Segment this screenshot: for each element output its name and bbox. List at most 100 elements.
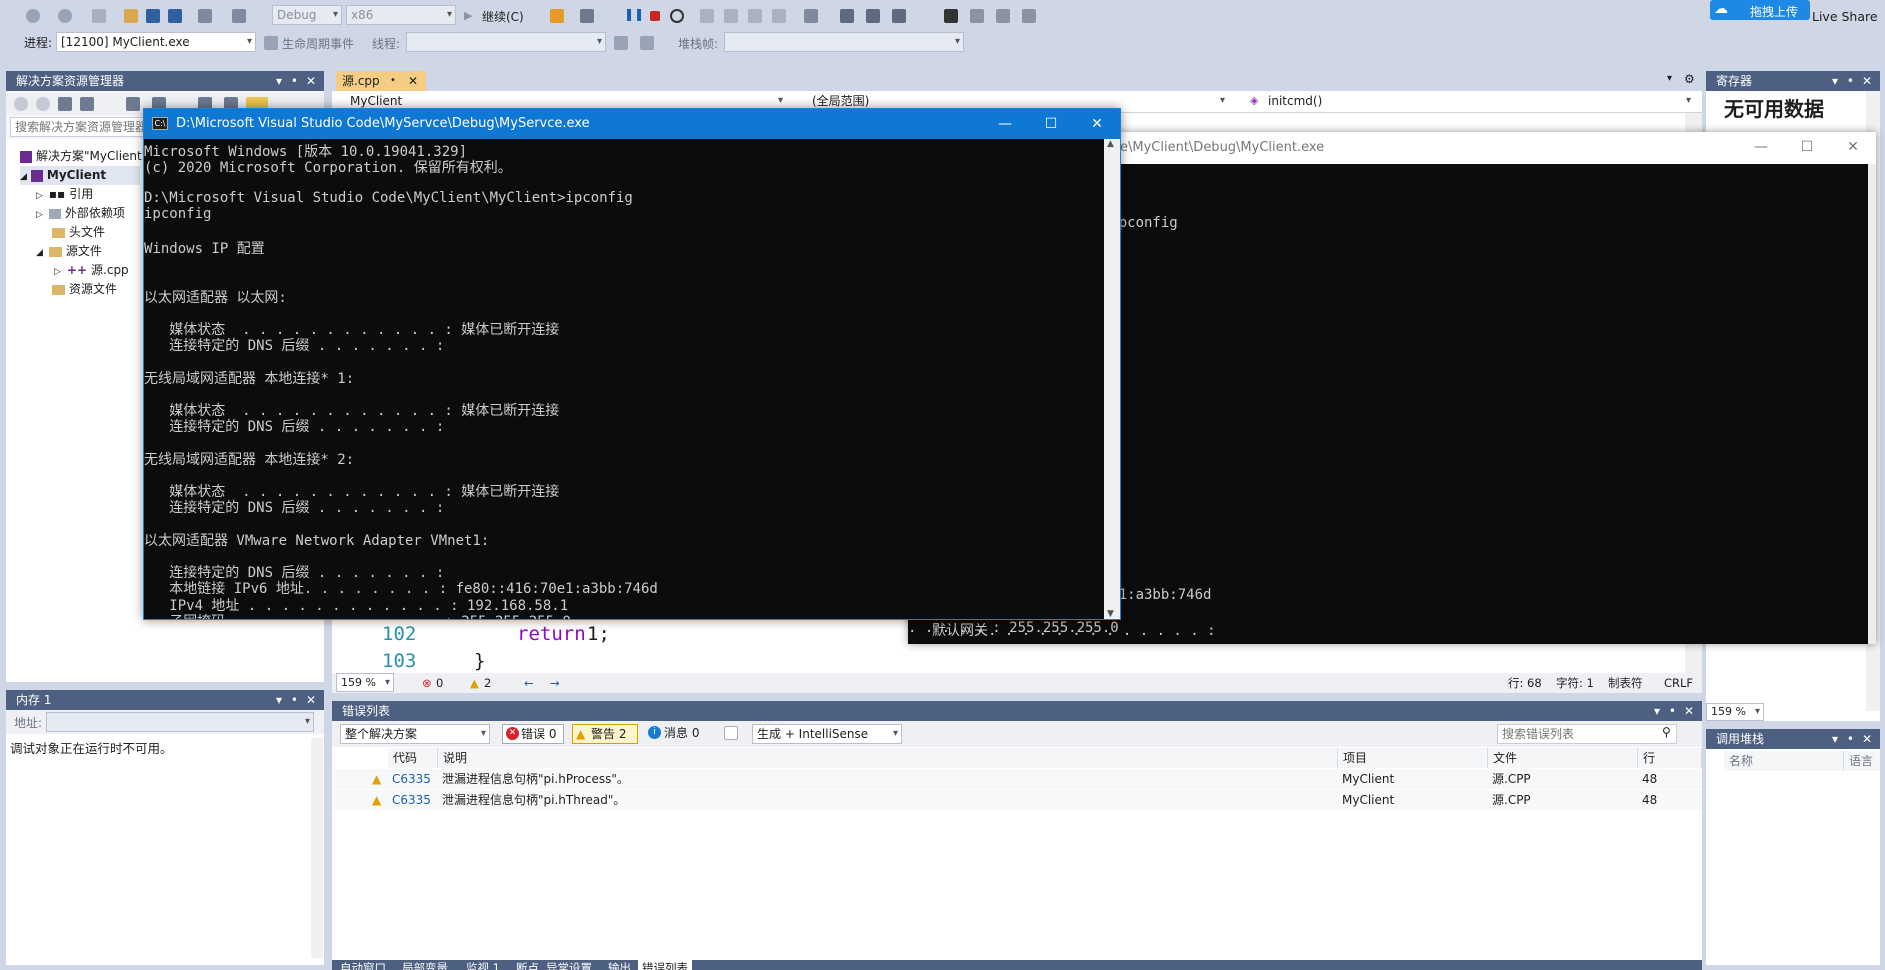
redo-icon[interactable]	[232, 9, 246, 23]
bookmark-prev-icon[interactable]	[970, 9, 984, 23]
dropdown-icon[interactable]: ▾	[1654, 701, 1660, 721]
maximize-icon[interactable]: ☐	[1784, 132, 1830, 162]
errors-filter-button[interactable]: ✕ 错误 0	[502, 724, 564, 744]
tab-error-list[interactable]: 错误列表	[638, 960, 692, 970]
forward-icon[interactable]	[58, 9, 72, 23]
filter-icon[interactable]	[724, 726, 738, 740]
servce-console-titlebar[interactable]: C:\ D:\Microsoft Visual Studio Code\MySe…	[144, 109, 1120, 139]
threads-icon[interactable]	[804, 9, 818, 23]
col-project[interactable]: 项目	[1338, 748, 1488, 768]
stop-icon[interactable]	[650, 11, 660, 21]
servce-console-scrollbar[interactable]: ▲ ▼	[1104, 139, 1120, 619]
error-row[interactable]: ▲ C6335 泄漏进程信息句柄"pi.hThread"。 MyClient 源…	[332, 790, 1702, 810]
address-input[interactable]	[46, 712, 314, 732]
zoom-select[interactable]: 159 %	[336, 673, 394, 692]
search-icon[interactable]: ⚲	[1662, 725, 1671, 739]
tree-item-solution[interactable]: 解决方案"MyClient"	[20, 147, 147, 166]
pin-icon[interactable]: •	[291, 71, 298, 91]
dropdown-icon[interactable]: ▾	[276, 690, 282, 710]
step-over-icon[interactable]	[748, 9, 762, 23]
dropdown-icon[interactable]: ▾	[276, 71, 282, 91]
tab-breakpoints[interactable]: 断点	[512, 960, 543, 970]
live-share-button[interactable]: Live Share	[1812, 9, 1878, 24]
undo-icon[interactable]	[198, 9, 212, 23]
pin-icon[interactable]: •	[1669, 701, 1676, 721]
nav-function-select[interactable]: initcmd()	[1264, 92, 1694, 112]
lifecycle-label[interactable]: 生命周期事件	[282, 35, 354, 52]
prev-issue-arrow-icon[interactable]: ←	[524, 673, 534, 693]
memory-scrollbar[interactable]	[311, 738, 323, 958]
pin-icon[interactable]: •	[291, 690, 298, 710]
minimize-icon[interactable]: —	[982, 109, 1028, 139]
col-line[interactable]: 行	[1638, 748, 1702, 768]
forward-icon[interactable]	[36, 97, 50, 111]
thread-select[interactable]	[406, 32, 606, 52]
tree-item-references[interactable]: ▷ ▪▪ 引用	[36, 185, 93, 204]
build-filter-select[interactable]: 生成 + IntelliSense	[752, 724, 902, 744]
col-name[interactable]: 名称	[1724, 751, 1844, 771]
show-next-statement-icon[interactable]	[700, 9, 714, 23]
tree-item-source-cpp[interactable]: ▷ ++ 源.cpp	[54, 261, 129, 280]
process-select[interactable]: [12100] MyClient.exe	[56, 32, 256, 52]
warnings-filter-button[interactable]: ▲ 警告 2	[572, 724, 638, 744]
close-icon[interactable]: ✕	[1862, 729, 1872, 749]
dropdown-icon[interactable]: ▾	[1832, 729, 1838, 749]
col-language[interactable]: 语言	[1844, 751, 1880, 771]
filter-icon[interactable]	[614, 36, 628, 50]
close-icon[interactable]: ✕	[1862, 71, 1872, 91]
close-tab-icon[interactable]: ✕	[408, 71, 418, 91]
status-tabs[interactable]: 制表符	[1608, 673, 1643, 693]
error-scope-select[interactable]: 整个解决方案	[340, 724, 490, 744]
status-eol[interactable]: CRLF	[1664, 673, 1693, 693]
config-select[interactable]: Debug	[272, 5, 342, 25]
continue-play-icon[interactable]: ▶	[464, 9, 472, 22]
tree-item-project[interactable]: ◢ MyClient	[20, 166, 140, 185]
bookmark-icon[interactable]	[944, 9, 958, 23]
col-description[interactable]: 说明	[438, 748, 1338, 768]
bookmark-next-icon[interactable]	[996, 9, 1010, 23]
back-icon[interactable]	[26, 9, 40, 23]
pending-changes-icon[interactable]	[126, 97, 140, 111]
col-code[interactable]: 代码	[388, 748, 438, 768]
next-issue-arrow-icon[interactable]: →	[550, 673, 560, 693]
scroll-up-arrow-icon[interactable]: ▲	[1107, 139, 1114, 149]
restart-icon[interactable]	[670, 9, 684, 23]
close-icon[interactable]: ✕	[1074, 109, 1120, 139]
pin-icon[interactable]: •	[1847, 71, 1854, 91]
error-search-input[interactable]	[1497, 724, 1677, 744]
client-console-scrollbar[interactable]	[1868, 164, 1876, 644]
tab-locals[interactable]: 局部变量	[398, 960, 452, 970]
tree-item-external-deps[interactable]: ▷ 外部依赖项	[36, 204, 125, 223]
screenshot-icon[interactable]	[580, 9, 594, 23]
comment-icon[interactable]	[892, 9, 906, 23]
switch-view-icon[interactable]	[80, 97, 94, 111]
messages-filter-button[interactable]: i 消息 0	[646, 724, 712, 744]
close-icon[interactable]: ✕	[1684, 701, 1694, 721]
tab-exception-settings[interactable]: 异常设置	[542, 960, 596, 970]
tab-overflow-icon[interactable]: ▾	[1667, 73, 1672, 84]
maximize-icon[interactable]: ☐	[1028, 109, 1074, 139]
registers-zoom-select[interactable]: 159 %	[1706, 703, 1764, 721]
align-icon[interactable]	[840, 9, 854, 23]
tree-item-header-files[interactable]: 头文件	[52, 223, 105, 242]
close-icon[interactable]: ✕	[306, 71, 316, 91]
new-project-icon[interactable]	[92, 9, 106, 23]
scroll-down-arrow-icon[interactable]: ▼	[1107, 609, 1114, 619]
stackframe-select[interactable]	[724, 32, 964, 52]
upload-button[interactable]: ☁ 拖拽上传	[1710, 0, 1810, 20]
hot-reload-icon[interactable]	[550, 9, 564, 23]
error-row[interactable]: ▲ C6335 泄漏进程信息句柄"pi.hProcess"。 MyClient …	[332, 769, 1702, 789]
close-icon[interactable]: ✕	[1830, 132, 1876, 162]
step-out-icon[interactable]	[772, 9, 786, 23]
error-code-link[interactable]: C6335	[392, 769, 431, 789]
save-all-icon[interactable]	[168, 9, 182, 23]
indent-icon[interactable]	[866, 9, 880, 23]
platform-select[interactable]: x86	[346, 5, 456, 25]
tree-item-source-files[interactable]: ◢ 源文件	[36, 242, 102, 261]
close-icon[interactable]: ✕	[306, 690, 316, 710]
pause-icon[interactable]: ❚❚	[624, 7, 644, 21]
tab-autos[interactable]: 自动窗口	[336, 960, 390, 970]
pin-icon[interactable]: •	[390, 71, 396, 91]
step-into-icon[interactable]	[724, 9, 738, 23]
back-icon[interactable]	[14, 97, 28, 111]
